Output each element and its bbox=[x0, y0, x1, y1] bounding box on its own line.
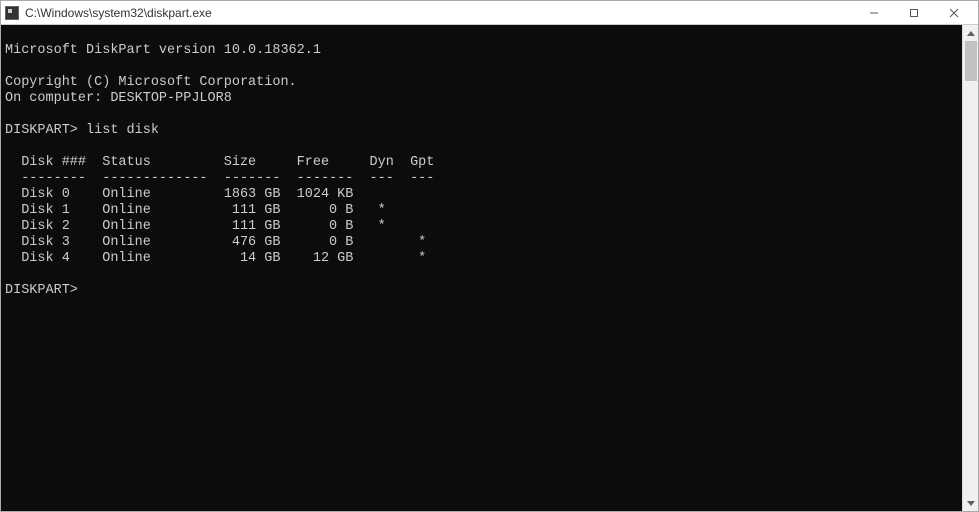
maximize-icon bbox=[909, 8, 919, 18]
chevron-down-icon bbox=[967, 501, 975, 506]
vertical-scrollbar[interactable] bbox=[962, 25, 978, 511]
chevron-up-icon bbox=[967, 31, 975, 36]
scroll-up-button[interactable] bbox=[963, 25, 978, 41]
scrollbar-thumb[interactable] bbox=[965, 41, 977, 81]
console-output[interactable]: Microsoft DiskPart version 10.0.18362.1 … bbox=[1, 25, 962, 511]
window-title: C:\Windows\system32\diskpart.exe bbox=[25, 6, 854, 20]
titlebar[interactable]: C:\Windows\system32\diskpart.exe bbox=[1, 1, 978, 25]
minimize-button[interactable] bbox=[854, 2, 894, 24]
app-icon bbox=[5, 6, 19, 20]
console-area: Microsoft DiskPart version 10.0.18362.1 … bbox=[1, 25, 978, 511]
minimize-icon bbox=[869, 8, 879, 18]
diskpart-window: C:\Windows\system32\diskpart.exe Microso… bbox=[0, 0, 979, 512]
scroll-down-button[interactable] bbox=[963, 495, 978, 511]
close-icon bbox=[949, 8, 959, 18]
close-button[interactable] bbox=[934, 2, 974, 24]
maximize-button[interactable] bbox=[894, 2, 934, 24]
window-controls bbox=[854, 2, 974, 24]
